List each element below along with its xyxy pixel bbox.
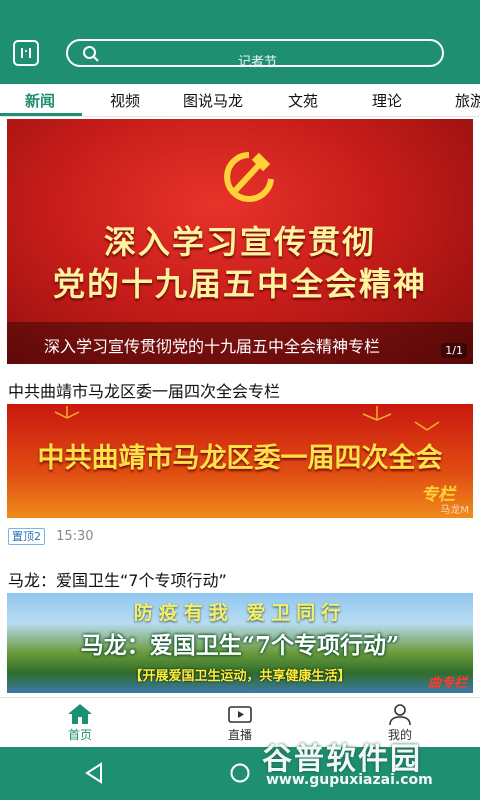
active-tab-indicator — [0, 113, 82, 116]
pinned-badge: 置顶2 — [8, 528, 45, 545]
home-icon — [68, 704, 92, 724]
tab-tourism[interactable]: 旅游 — [455, 90, 480, 111]
news-item-title[interactable]: 马龙：爱国卫生“7个专项行动” — [8, 567, 227, 591]
scan-icon[interactable] — [13, 40, 39, 66]
search-icon — [83, 46, 99, 62]
news-item-time: 15:30 — [56, 529, 94, 544]
banner-headline-line2: 党的十九届五中全会精神 — [52, 265, 427, 303]
app-header: 记者节 — [0, 0, 480, 84]
nav-home[interactable]: 首页 — [0, 698, 160, 748]
tab-video[interactable]: 视频 — [110, 90, 140, 111]
banner-caption-text: 深入学习宣传贯彻党的十九届五中全会精神专栏 — [44, 337, 381, 356]
banner-headline-line1: 深入学习宣传贯彻 — [103, 223, 376, 261]
live-video-icon — [228, 706, 252, 723]
category-tabs: 新闻 视频 图说马龙 文苑 理论 旅游 — [0, 84, 480, 117]
watermark-url: www.gupuxiazai.com — [266, 772, 433, 788]
news-item-image[interactable]: 中共曲靖市马龙区委一届四次全会 专栏 马龙M — [7, 404, 473, 518]
tab-photo-malong[interactable]: 图说马龙 — [183, 90, 243, 111]
news-item-image[interactable]: 防疫有我 爱卫同行 马龙：爱国卫生“7个专项行动” 【开展爱国卫生运动，共享健康… — [7, 593, 473, 693]
news-item-meta: 置顶2 15:30 — [8, 526, 94, 545]
image-watermark: 马龙M — [440, 505, 469, 516]
nav-home-label: 首页 — [67, 728, 92, 742]
search-bar[interactable]: 记者节 — [66, 39, 444, 70]
back-icon[interactable] — [82, 761, 106, 785]
site-watermark: 谷普软件园 www.gupuxiazai.com — [262, 730, 476, 796]
news-item-banner-slogan: 防疫有我 爱卫同行 — [133, 602, 347, 624]
party-emblem-icon — [224, 152, 274, 202]
banner-caption: 深入学习宣传贯彻党的十九届五中全会精神专栏 — [7, 322, 473, 364]
news-item-banner-subtitle: 【开展爱国卫生运动，共享健康生活】 — [129, 669, 351, 684]
news-item-banner-tag: 曲专栏 — [427, 676, 467, 691]
tab-literature[interactable]: 文苑 — [288, 90, 318, 111]
home-circle-icon[interactable] — [228, 761, 252, 785]
news-item-banner-text: 马龙：爱国卫生“7个专项行动” — [80, 632, 400, 659]
top-carousel-banner[interactable]: 深入学习宣传贯彻 党的十九届五中全会精神 深入学习宣传贯彻党的十九届五中全会精神… — [7, 119, 473, 364]
news-item-title[interactable]: 中共曲靖市马龙区委一届四次全会专栏 — [8, 378, 280, 402]
news-item-banner-text: 中共曲靖市马龙区委一届四次全会 — [37, 443, 443, 474]
search-placeholder: 记者节 — [238, 55, 278, 70]
tab-theory[interactable]: 理论 — [372, 90, 402, 111]
tab-news[interactable]: 新闻 — [25, 90, 55, 111]
carousel-pager: 1/1 — [441, 343, 467, 358]
user-icon — [389, 704, 411, 726]
